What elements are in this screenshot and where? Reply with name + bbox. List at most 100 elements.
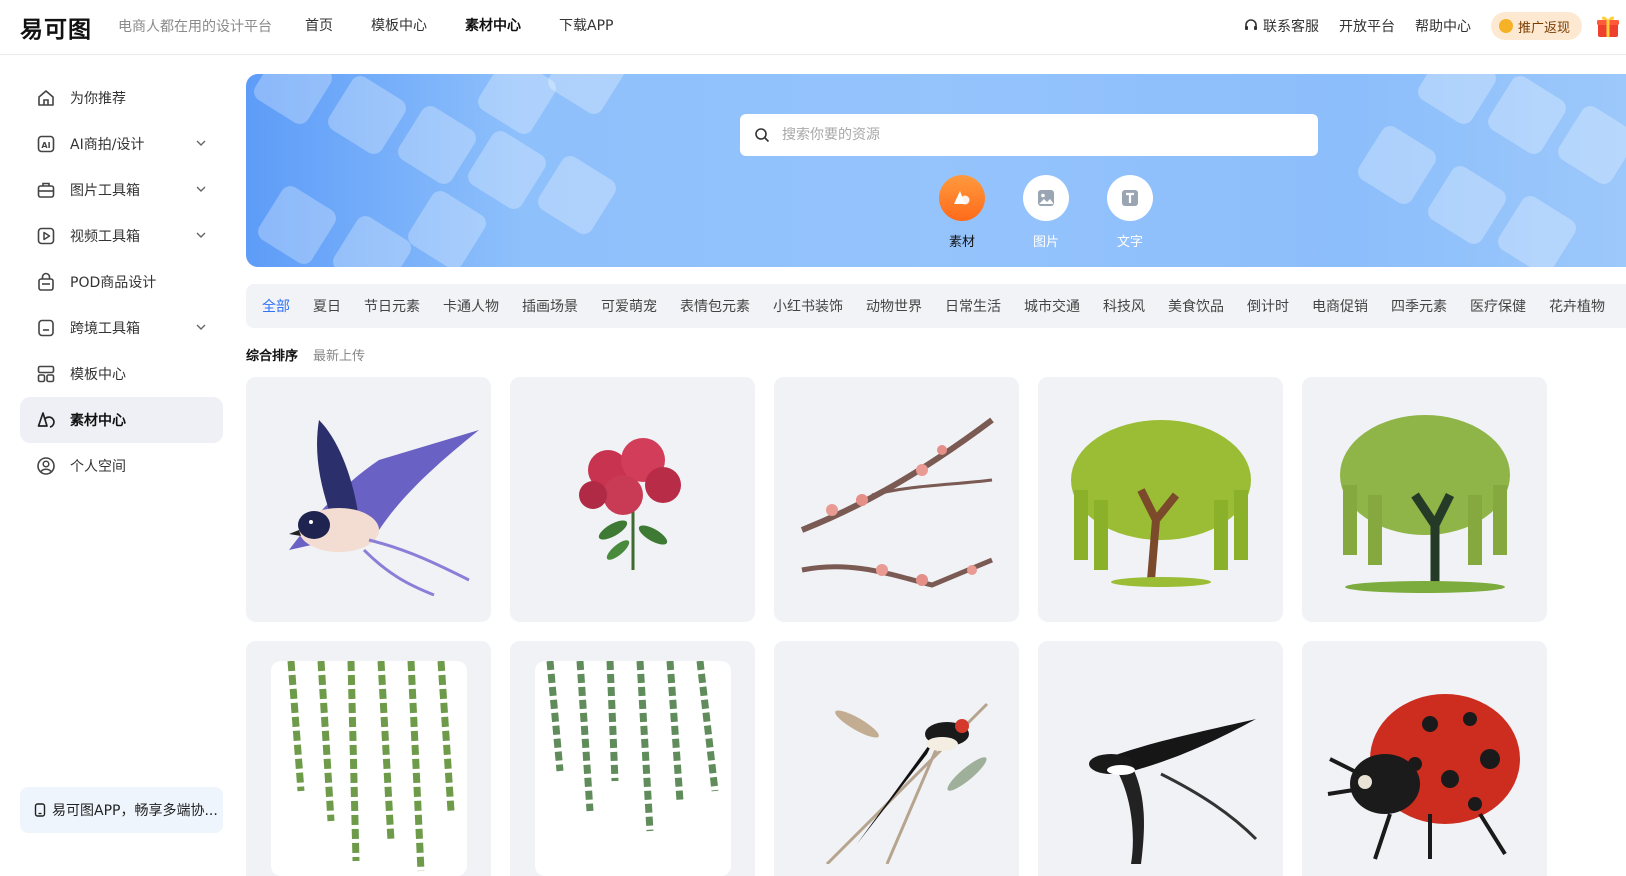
asset-card-swallow[interactable] (246, 377, 491, 622)
chevron-down-icon[interactable] (195, 183, 207, 195)
sidebar-item-ai-design[interactable]: AI AI商拍/设计 (20, 121, 223, 167)
type-tab-materials[interactable]: 素材 (920, 175, 1004, 250)
tag-emoji[interactable]: 表情包元素 (680, 296, 750, 316)
type-tab-label: 图片 (1032, 235, 1059, 250)
sidebar-item-label: 模板中心 (70, 367, 126, 383)
tag-cartoon[interactable]: 卡通人物 (443, 296, 499, 316)
svg-text:AI: AI (41, 141, 50, 150)
sidebar-item-personal-space[interactable]: 个人空间 (20, 443, 223, 489)
asset-card-plum-blossom[interactable] (774, 377, 1019, 622)
tag-tech[interactable]: 科技风 (1103, 296, 1145, 316)
asset-card-flower[interactable] (510, 377, 755, 622)
category-tag-bar: 全部 夏日 节日元素 卡通人物 插画场景 可爱萌宠 表情包元素 小红书装饰 动物… (246, 284, 1626, 328)
asset-card-willow[interactable] (1038, 377, 1283, 622)
banner-decor-tile (254, 182, 340, 267)
sort-newest[interactable]: 最新上传 (313, 345, 365, 364)
swallow-image (288, 419, 479, 596)
banner-decor-tile (324, 74, 410, 158)
tag-seasons[interactable]: 四季元素 (1391, 296, 1447, 316)
ai-icon: AI (36, 134, 56, 154)
app-promo-text: 易可图APP，畅享多端协... (52, 803, 218, 819)
type-tab-text[interactable]: 文字 (1088, 175, 1172, 250)
asset-card-ladybug[interactable] (1302, 641, 1547, 876)
tag-flowers[interactable]: 花卉植物 (1549, 296, 1605, 316)
ladybug-image (1327, 693, 1520, 860)
willow-branches-image (534, 661, 731, 876)
promo-cashback-button[interactable]: 推广返现 (1490, 12, 1582, 40)
bookmark-icon (36, 318, 56, 338)
tag-city-traffic[interactable]: 城市交通 (1024, 296, 1080, 316)
tag-ecommerce[interactable]: 电商促销 (1312, 296, 1368, 316)
toolbox-icon (36, 180, 56, 200)
sidebar-item-image-tools[interactable]: 图片工具箱 (20, 167, 223, 213)
sidebar-item-pod-design[interactable]: POD商品设计 (20, 259, 223, 305)
home-icon (36, 88, 56, 108)
banner-decor-tile (1554, 102, 1626, 188)
search-input[interactable] (782, 127, 1282, 143)
asset-card-willow-grass[interactable] (1302, 377, 1547, 622)
chevron-down-icon[interactable] (195, 137, 207, 149)
sidebar: 为你推荐 AI AI商拍/设计 图片工具箱 视频工具箱 POD商品设计 跨境工具… (20, 75, 223, 489)
user-icon (36, 456, 56, 476)
phone-icon (34, 803, 46, 817)
hanging-willow-image (270, 661, 467, 876)
support-link[interactable]: 联系客服 (1243, 16, 1319, 36)
sort-comprehensive[interactable]: 综合排序 (246, 345, 298, 364)
help-center-link[interactable]: 帮助中心 (1415, 16, 1471, 36)
type-tab-images[interactable]: 图片 (1004, 175, 1088, 250)
shapes-icon (36, 410, 56, 430)
tag-food-drink[interactable]: 美食饮品 (1168, 296, 1224, 316)
tag-festival[interactable]: 节日元素 (364, 296, 420, 316)
banner-decor-tile (1424, 162, 1510, 248)
asset-card-ink-swallow[interactable] (1038, 641, 1283, 876)
sidebar-item-label: 素材中心 (70, 413, 126, 429)
sidebar-item-recommend[interactable]: 为你推荐 (20, 75, 223, 121)
asset-card-hanging-willow[interactable] (246, 641, 491, 876)
app-download-banner[interactable]: 易可图APP，畅享多端协... (20, 787, 223, 833)
sidebar-item-cross-border[interactable]: 跨境工具箱 (20, 305, 223, 351)
nav-home[interactable]: 首页 (305, 15, 333, 35)
tag-summer[interactable]: 夏日 (313, 296, 341, 316)
tag-illustration[interactable]: 插画场景 (522, 296, 578, 316)
open-platform-link[interactable]: 开放平台 (1339, 16, 1395, 36)
tag-animals[interactable]: 动物世界 (866, 296, 922, 316)
gift-icon[interactable] (1594, 12, 1622, 40)
resource-type-switch: 素材 图片 文字 (920, 175, 1172, 250)
tag-all[interactable]: 全部 (262, 296, 290, 316)
tag-xiaohongshu[interactable]: 小红书装饰 (773, 296, 843, 316)
flower-image (578, 437, 681, 570)
sidebar-item-label: 为你推荐 (70, 91, 126, 107)
chevron-down-icon[interactable] (195, 229, 207, 241)
nav-download-app[interactable]: 下载APP (559, 15, 613, 35)
tag-medical[interactable]: 医疗保健 (1470, 296, 1526, 316)
asset-card-swallow-reeds[interactable] (774, 641, 1019, 876)
sidebar-item-label: 图片工具箱 (70, 183, 140, 199)
search-box[interactable] (740, 114, 1318, 156)
willow-tree-image (1070, 419, 1251, 587)
sidebar-item-materials[interactable]: 素材中心 (20, 397, 223, 443)
video-icon (36, 226, 56, 246)
materials-type-icon (939, 175, 985, 221)
banner-decor-tile (1354, 122, 1440, 208)
headset-icon (1244, 19, 1257, 30)
site-logo[interactable]: 易可图 (20, 10, 92, 44)
chevron-down-icon[interactable] (195, 321, 207, 333)
tag-countdown[interactable]: 倒计时 (1247, 296, 1289, 316)
sidebar-item-templates[interactable]: 模板中心 (20, 351, 223, 397)
banner-decor-tile (544, 74, 630, 118)
sidebar-item-label: 跨境工具箱 (70, 321, 140, 337)
sidebar-item-video-tools[interactable]: 视频工具箱 (20, 213, 223, 259)
bag-icon (36, 272, 56, 292)
asset-card-willow-branches[interactable] (510, 641, 755, 876)
tag-cute-pets[interactable]: 可爱萌宠 (601, 296, 657, 316)
promo-label: 推广返现 (1517, 20, 1570, 36)
top-nav: 首页 模板中心 素材中心 下载APP (305, 15, 651, 35)
nav-templates[interactable]: 模板中心 (371, 15, 427, 35)
image-type-icon (1023, 175, 1069, 221)
type-tab-label: 素材 (948, 235, 975, 250)
logo-text: 易可图 (20, 17, 92, 43)
nav-materials[interactable]: 素材中心 (465, 15, 521, 35)
tag-daily-life[interactable]: 日常生活 (945, 296, 1001, 316)
banner-decor-tile (1494, 192, 1580, 267)
ink-swallow-image (1088, 718, 1257, 864)
